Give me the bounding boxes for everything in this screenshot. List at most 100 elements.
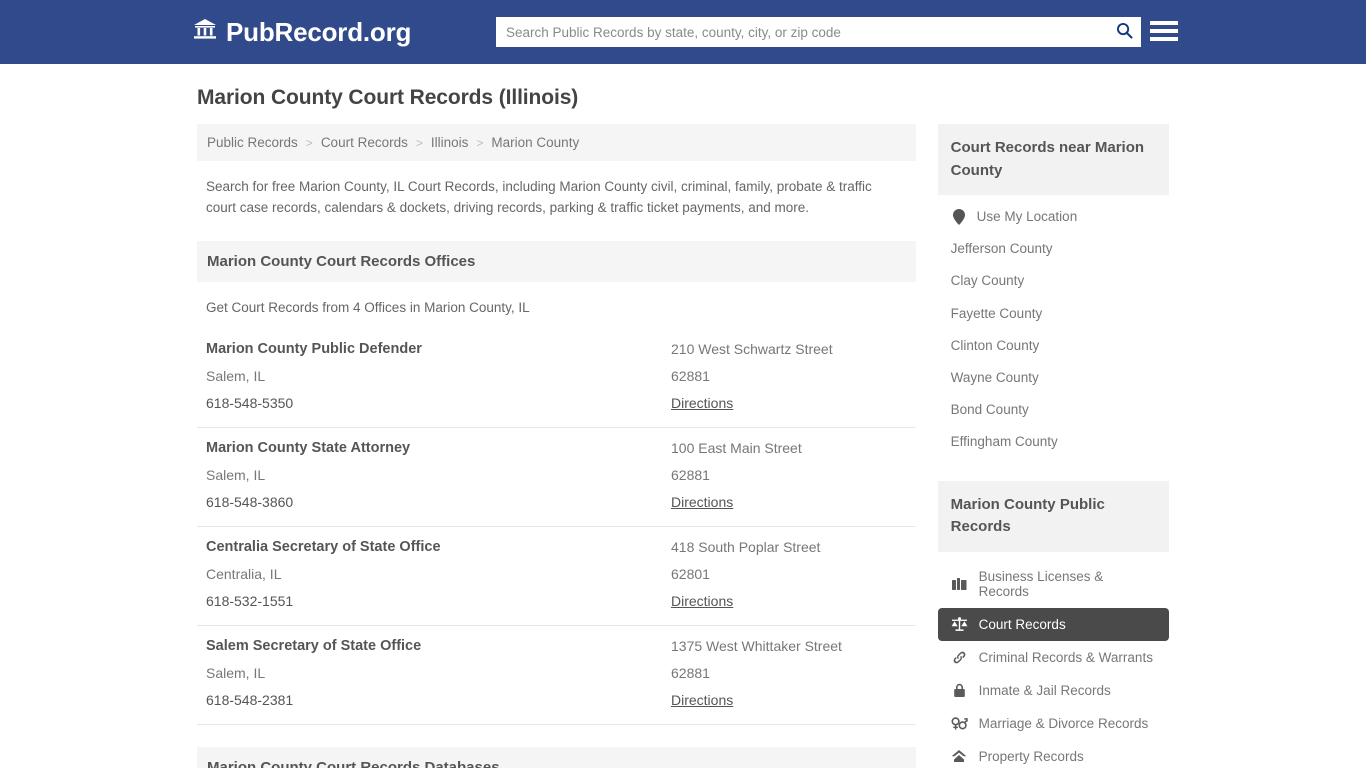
- sidebar-item-label: Inmate & Jail Records: [978, 682, 1111, 698]
- office-details: Salem Secretary of State Office Salem, I…: [206, 638, 671, 710]
- sidebar-item-label: Effingham County: [950, 434, 1058, 450]
- hamburger-bar: [1150, 21, 1178, 25]
- sidebar-item-label: Criminal Records & Warrants: [978, 649, 1153, 665]
- office-zip: 62881: [671, 466, 710, 483]
- office-street: 210 West Schwartz Street: [671, 340, 833, 357]
- breadcrumb-separator: >: [415, 135, 423, 150]
- chain-link-icon: [951, 650, 968, 665]
- directions-link[interactable]: Directions: [671, 395, 733, 411]
- table-row: Centralia Secretary of State Office Cent…: [197, 527, 916, 626]
- bank-icon: [193, 18, 217, 45]
- sidebar-item-clay-county[interactable]: Clay County: [938, 265, 1169, 297]
- site-logo[interactable]: PubRecord.org: [193, 18, 411, 45]
- office-name: Salem Secretary of State Office: [206, 637, 422, 654]
- office-name: Marion County State Attorney: [206, 439, 411, 456]
- office-city: Salem, IL: [206, 664, 266, 681]
- sidebar-item-bond-county[interactable]: Bond County: [938, 394, 1169, 426]
- office-name: Centralia Secretary of State Office: [206, 538, 441, 555]
- gender-symbols-icon: [951, 716, 968, 731]
- table-row: Marion County Public Defender Salem, IL …: [197, 329, 916, 428]
- office-city: Salem, IL: [206, 367, 266, 384]
- offices-section-heading: Marion County Court Records Offices: [197, 240, 916, 282]
- search-button[interactable]: [1107, 17, 1141, 47]
- office-phone: 618-548-3860: [206, 493, 294, 510]
- sidebar-item-label: Fayette County: [950, 305, 1043, 321]
- office-city: Salem, IL: [206, 466, 266, 483]
- office-name: Marion County Public Defender: [206, 340, 422, 357]
- breadcrumb-separator: >: [305, 135, 313, 150]
- directions-link[interactable]: Directions: [671, 593, 733, 609]
- sidebar-item-inmate-jail-records[interactable]: Inmate & Jail Records: [938, 674, 1169, 707]
- sidebar-item-label: Use My Location: [976, 209, 1078, 224]
- sidebar-item-wayne-county[interactable]: Wayne County: [938, 362, 1169, 394]
- sidebar-item-clinton-county[interactable]: Clinton County: [938, 330, 1169, 362]
- office-address: 100 East Main Street 62881 Directions: [671, 440, 907, 512]
- office-zip: 62881: [671, 664, 710, 681]
- sidebar-item-business-licenses[interactable]: Business Licenses & Records: [938, 560, 1169, 608]
- office-details: Centralia Secretary of State Office Cent…: [206, 539, 671, 611]
- sidebar-item-label: Jefferson County: [950, 241, 1053, 257]
- search-bar: [496, 17, 1141, 47]
- search-icon: [1116, 22, 1133, 42]
- nearby-counties-list: Use My Location Jefferson County Clay Co…: [938, 195, 1169, 459]
- directions-link[interactable]: Directions: [671, 494, 733, 510]
- breadcrumb-item-illinois[interactable]: Illinois: [431, 135, 469, 150]
- office-address: 418 South Poplar Street 62801 Directions: [671, 539, 907, 611]
- offices-section-note: Get Court Records from 4 Offices in Mari…: [206, 299, 530, 315]
- sidebar-item-property-records[interactable]: Property Records: [938, 740, 1169, 768]
- sidebar-item-label: Wayne County: [950, 369, 1039, 385]
- hamburger-bar: [1150, 29, 1178, 33]
- sidebar-item-marriage-divorce-records[interactable]: Marriage & Divorce Records: [938, 707, 1169, 740]
- sidebar-item-label: Property Records: [978, 748, 1084, 764]
- page-title: Marion County Court Records (Illinois): [197, 86, 579, 109]
- directions-link[interactable]: Directions: [671, 692, 733, 708]
- lock-icon: [951, 683, 968, 698]
- sidebar-item-court-records[interactable]: Court Records: [937, 607, 1169, 641]
- office-zip: 62881: [671, 367, 710, 384]
- office-details: Marion County Public Defender Salem, IL …: [206, 341, 671, 413]
- table-row: Salem Secretary of State Office Salem, I…: [197, 626, 916, 725]
- sidebar-item-label: Clay County: [950, 273, 1025, 289]
- page-intro-text: Search for free Marion County, IL Court …: [206, 179, 872, 215]
- breadcrumb-separator: >: [476, 135, 484, 150]
- page-body: Marion County Court Records (Illinois) P…: [0, 64, 1366, 768]
- breadcrumb: Public Records > Court Records > Illinoi…: [197, 124, 916, 161]
- breadcrumb-item-public-records[interactable]: Public Records: [207, 135, 298, 150]
- sidebar-item-fayette-county[interactable]: Fayette County: [938, 298, 1169, 330]
- table-row: Marion County State Attorney Salem, IL 6…: [197, 428, 916, 527]
- sidebar-item-effingham-county[interactable]: Effingham County: [938, 426, 1169, 458]
- search-input[interactable]: [496, 18, 1107, 46]
- offices-list: Marion County Public Defender Salem, IL …: [197, 329, 916, 725]
- site-header: PubRecord.org: [0, 0, 1366, 64]
- sidebar-item-label: Court Records: [978, 616, 1066, 632]
- sidebar-item-label: Clinton County: [950, 337, 1040, 353]
- office-street: 418 South Poplar Street: [671, 538, 821, 555]
- office-details: Marion County State Attorney Salem, IL 6…: [206, 440, 671, 512]
- hamburger-menu-icon[interactable]: [1150, 17, 1178, 45]
- hamburger-bar: [1150, 37, 1178, 41]
- balance-scale-icon: [951, 616, 968, 632]
- breadcrumb-item-court-records[interactable]: Court Records: [321, 135, 408, 150]
- office-phone: 618-548-5350: [206, 394, 294, 411]
- sidebar: Court Records near Marion County Use My …: [937, 124, 1169, 768]
- sidebar-item-label: Marriage & Divorce Records: [978, 715, 1149, 731]
- map-pin-icon: [951, 209, 967, 226]
- public-records-list: Business Licenses & Records Court Record…: [937, 552, 1169, 768]
- sidebar-item-use-my-location[interactable]: Use My Location: [938, 201, 1169, 233]
- databases-section-heading: Marion County Court Records Databases: [197, 746, 916, 768]
- office-address: 210 West Schwartz Street 62881 Direction…: [671, 341, 907, 413]
- sidebar-item-jefferson-county[interactable]: Jefferson County: [938, 233, 1169, 265]
- office-phone: 618-532-1551: [206, 592, 294, 609]
- site-logo-text: PubRecord.org: [226, 16, 412, 47]
- nearby-counties-heading: Court Records near Marion County: [937, 124, 1169, 195]
- office-zip: 62801: [671, 565, 710, 582]
- briefcase-icon: [951, 577, 968, 591]
- main-content: Public Records > Court Records > Illinoi…: [197, 124, 916, 768]
- public-records-panel: Marion County Public Records Business Li: [937, 480, 1169, 768]
- sidebar-item-criminal-records[interactable]: Criminal Records & Warrants: [938, 641, 1169, 674]
- office-address: 1375 West Whittaker Street 62881 Directi…: [671, 638, 907, 710]
- office-phone: 618-548-2381: [206, 691, 294, 708]
- breadcrumb-item-marion-county: Marion County: [491, 135, 580, 150]
- public-records-heading: Marion County Public Records: [937, 480, 1169, 552]
